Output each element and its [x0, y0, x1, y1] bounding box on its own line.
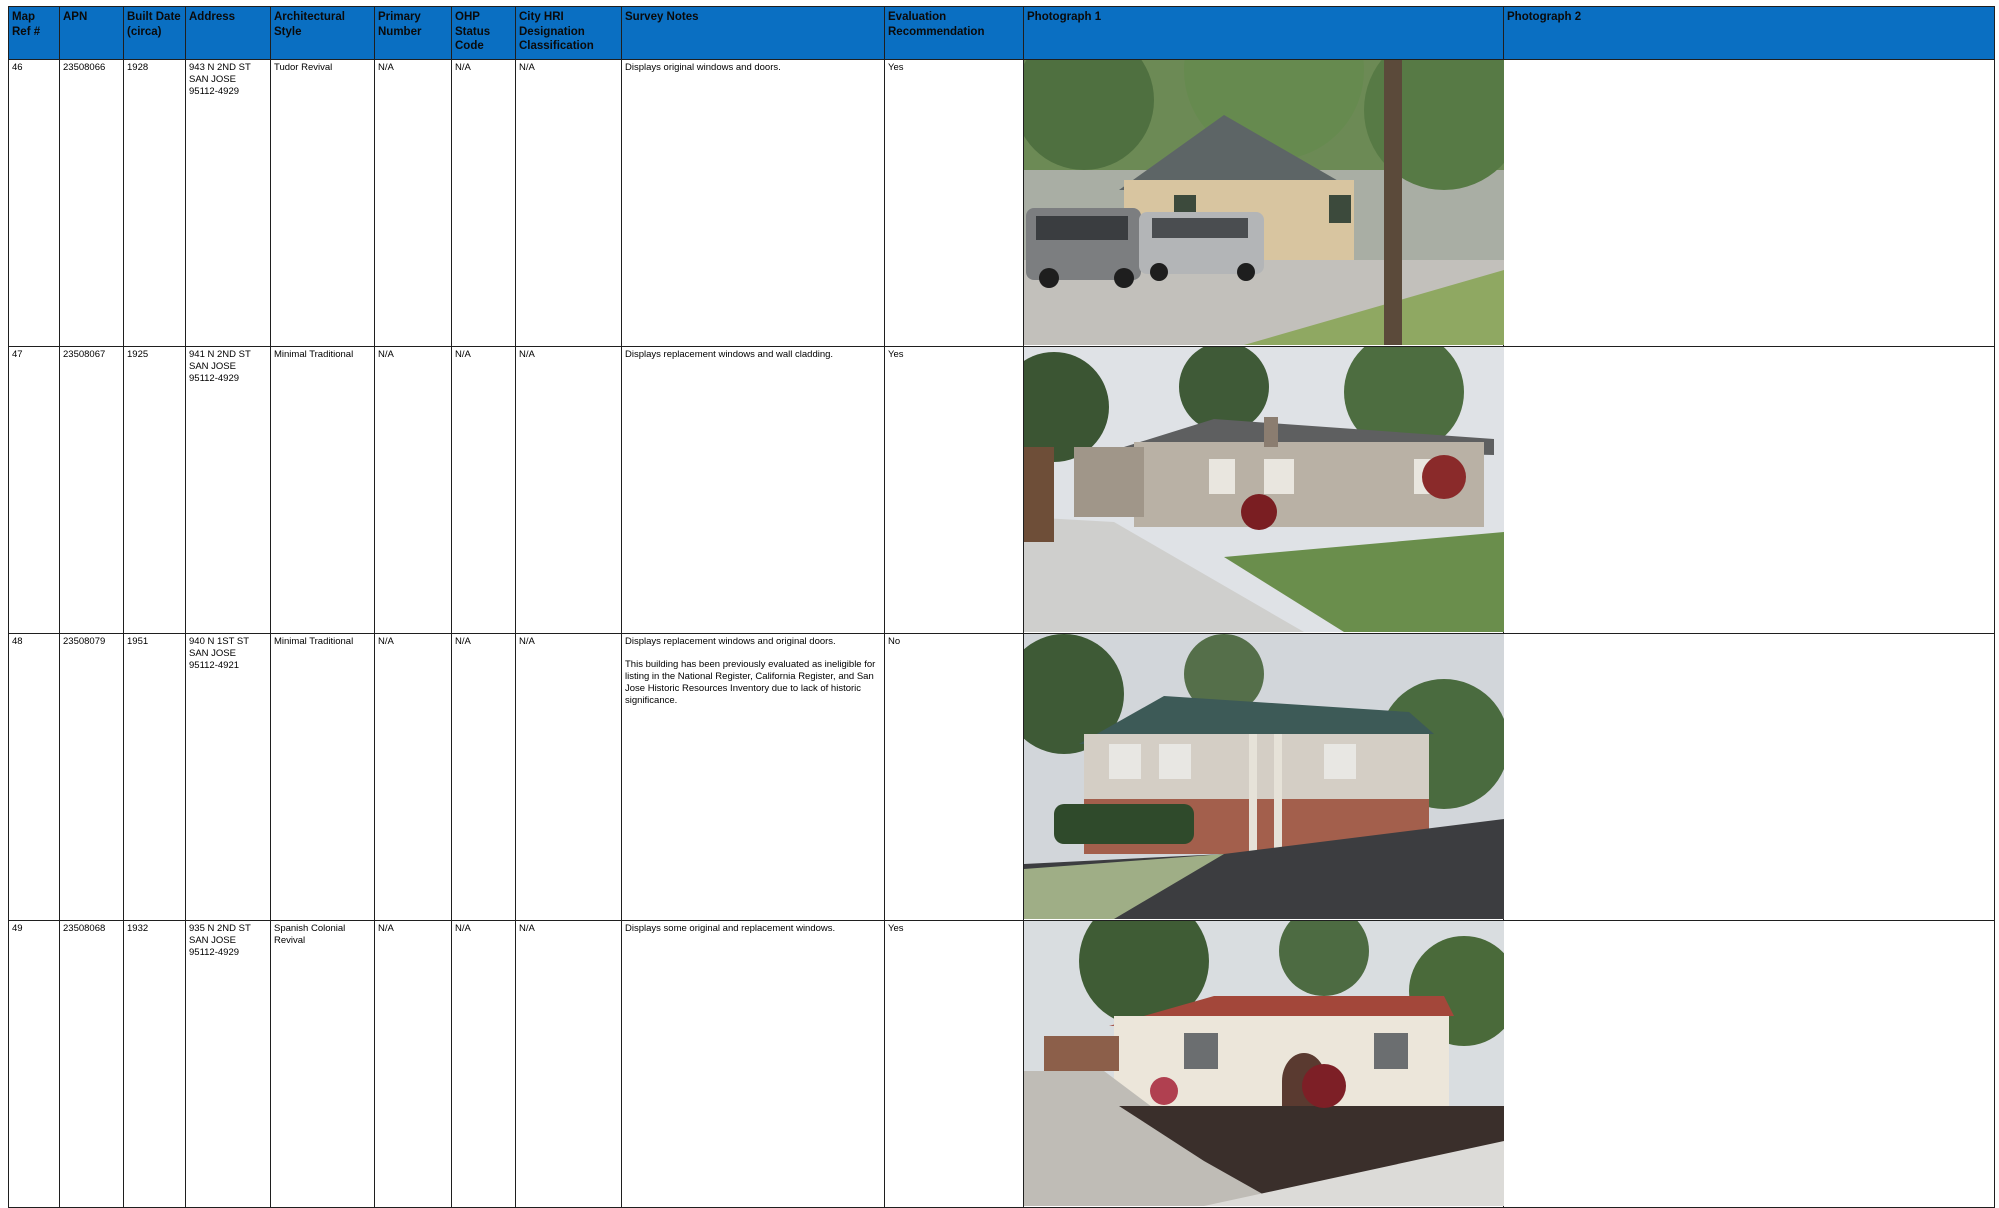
- apn-cell: 23508079: [59, 633, 124, 921]
- col-header-built-date: Built Date (circa): [123, 6, 186, 60]
- col-header-map-ref: Map Ref #: [8, 6, 60, 60]
- col-header-photo2: Photograph 2: [1503, 6, 1995, 60]
- ohp-status-cell: N/A: [451, 59, 516, 347]
- photo2-cell: [1503, 346, 1995, 634]
- photo1-cell: [1023, 633, 1504, 921]
- address-line: SAN JOSE: [189, 74, 236, 85]
- ohp-status-cell: N/A: [451, 633, 516, 921]
- table-row: 46 23508066 1928 943 N 2ND ST SAN JOSE 9…: [8, 59, 1995, 347]
- address-line: 935 N 2ND ST: [189, 923, 251, 934]
- address-line: 95112-4921: [189, 660, 240, 671]
- built-date-cell: 1925: [123, 346, 186, 634]
- address-line: SAN JOSE: [189, 935, 236, 946]
- survey-notes-cell: Displays some original and replacement w…: [621, 920, 885, 1208]
- col-header-survey-notes: Survey Notes: [621, 6, 885, 60]
- col-header-ohp-status: OHP Status Code: [451, 6, 516, 60]
- city-hri-cell: N/A: [515, 633, 622, 921]
- built-date-cell: 1932: [123, 920, 186, 1208]
- survey-notes-cell: Displays original windows and doors.: [621, 59, 885, 347]
- header-row: Map Ref # APN Built Date (circa) Address…: [8, 6, 1995, 60]
- col-header-address: Address: [185, 6, 271, 60]
- primary-number-cell: N/A: [374, 633, 452, 921]
- address-cell: 943 N 2ND ST SAN JOSE 95112-4929: [185, 59, 271, 347]
- table-row: 48 23508079 1951 940 N 1ST ST SAN JOSE 9…: [8, 633, 1995, 921]
- photo1-cell: [1023, 59, 1504, 347]
- address-cell: 935 N 2ND ST SAN JOSE 95112-4929: [185, 920, 271, 1208]
- address-line: 943 N 2ND ST: [189, 62, 251, 73]
- address-line: 941 N 2ND ST: [189, 349, 251, 360]
- evaluation-cell: Yes: [884, 59, 1024, 347]
- primary-number-cell: N/A: [374, 59, 452, 347]
- photo2-cell: [1503, 633, 1995, 921]
- map-ref-cell: 49: [8, 920, 60, 1208]
- col-header-photo1: Photograph 1: [1023, 6, 1504, 60]
- col-header-primary-number: Primary Number: [374, 6, 452, 60]
- col-header-arch-style: Architectural Style: [270, 6, 375, 60]
- style-cell: Spanish Colonial Revival: [270, 920, 375, 1208]
- evaluation-cell: No: [884, 633, 1024, 921]
- primary-number-cell: N/A: [374, 346, 452, 634]
- city-hri-cell: N/A: [515, 59, 622, 347]
- house-photo: [1024, 60, 1504, 345]
- style-cell: Minimal Traditional: [270, 346, 375, 634]
- address-line: SAN JOSE: [189, 361, 236, 372]
- address-line: 940 N 1ST ST: [189, 636, 250, 647]
- evaluation-cell: Yes: [884, 346, 1024, 634]
- address-line: SAN JOSE: [189, 648, 236, 659]
- photo2-cell: [1503, 920, 1995, 1208]
- house-photo: [1024, 347, 1504, 632]
- photo1-cell: [1023, 920, 1504, 1208]
- house-photo: [1024, 921, 1504, 1206]
- map-ref-cell: 46: [8, 59, 60, 347]
- col-header-city-hri: City HRI Designation Classification: [515, 6, 622, 60]
- primary-number-cell: N/A: [374, 920, 452, 1208]
- table-row: 49 23508068 1932 935 N 2ND ST SAN JOSE 9…: [8, 920, 1995, 1208]
- evaluation-cell: Yes: [884, 920, 1024, 1208]
- survey-note: This building has been previously evalua…: [625, 659, 876, 706]
- address-cell: 941 N 2ND ST SAN JOSE 95112-4929: [185, 346, 271, 634]
- ohp-status-cell: N/A: [451, 920, 516, 1208]
- apn-cell: 23508067: [59, 346, 124, 634]
- survey-notes-cell: Displays replacement windows and wall cl…: [621, 346, 885, 634]
- city-hri-cell: N/A: [515, 920, 622, 1208]
- map-ref-cell: 48: [8, 633, 60, 921]
- address-line: 95112-4929: [189, 947, 240, 958]
- survey-note: Displays some original and replacement w…: [625, 923, 836, 934]
- built-date-cell: 1951: [123, 633, 186, 921]
- ohp-status-cell: N/A: [451, 346, 516, 634]
- table-row: 47 23508067 1925 941 N 2ND ST SAN JOSE 9…: [8, 346, 1995, 634]
- survey-note: Displays replacement windows and wall cl…: [625, 349, 834, 360]
- col-header-evaluation: Evaluation Recommendation: [884, 6, 1024, 60]
- style-cell: Tudor Revival: [270, 59, 375, 347]
- address-cell: 940 N 1ST ST SAN JOSE 95112-4921: [185, 633, 271, 921]
- style-cell: Minimal Traditional: [270, 633, 375, 921]
- built-date-cell: 1928: [123, 59, 186, 347]
- address-line: 95112-4929: [189, 373, 240, 384]
- survey-note: Displays replacement windows and origina…: [625, 636, 836, 647]
- survey-table: Map Ref # APN Built Date (circa) Address…: [8, 6, 1995, 1208]
- survey-notes-cell: Displays replacement windows and origina…: [621, 633, 885, 921]
- photo2-cell: [1503, 59, 1995, 347]
- survey-note: Displays original windows and doors.: [625, 62, 781, 73]
- address-line: 95112-4929: [189, 86, 240, 97]
- col-header-apn: APN: [59, 6, 124, 60]
- city-hri-cell: N/A: [515, 346, 622, 634]
- apn-cell: 23508066: [59, 59, 124, 347]
- house-photo: [1024, 634, 1504, 919]
- apn-cell: 23508068: [59, 920, 124, 1208]
- photo1-cell: [1023, 346, 1504, 634]
- map-ref-cell: 47: [8, 346, 60, 634]
